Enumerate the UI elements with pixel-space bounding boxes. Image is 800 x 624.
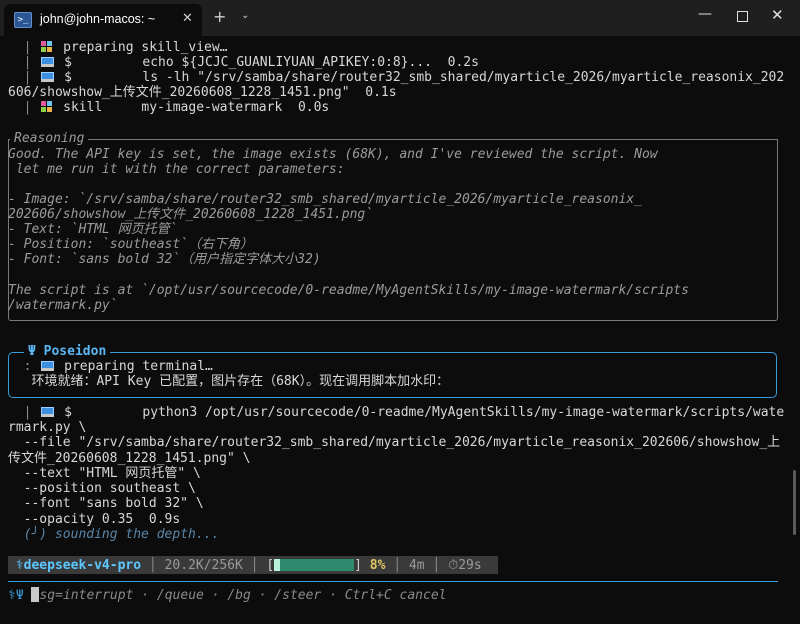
context-meter: []	[266, 557, 370, 573]
reasoning-line: - Text: `HTML 网页托管`	[8, 222, 178, 237]
command-line: | $ python3 /opt/usr/sourcecode/0-readme…	[23, 405, 785, 420]
token-count: 20.2K/256K	[164, 557, 243, 573]
close-tab-icon[interactable]: ✕	[182, 11, 193, 26]
poseidon-label: Ψ Poseidon	[24, 344, 111, 359]
scrollbar[interactable]	[793, 470, 796, 535]
reasoning-line: - Font: `sans bold 32`（用户指定字体大小32)	[8, 252, 321, 267]
command-line: --position southeast \	[8, 481, 196, 496]
maximize-button[interactable]	[737, 11, 748, 22]
tool-call-line: | $ ls -lh "/srv/samba/share/router32_sm…	[23, 70, 785, 85]
tool-call-continuation: 606/showshow_上传文件_20260608_1228_1451.png…	[8, 85, 397, 100]
reasoning-line: let me run it with the correct parameter…	[8, 162, 345, 177]
laptop-icon	[41, 407, 55, 417]
tool-call-line: | $ echo ${JCJC_GUANLIYUAN_APIKEY:0:8}..…	[23, 55, 479, 70]
package-icon	[41, 101, 53, 113]
input-prompt[interactable]: ⚕Ψ sg=interrupt · /queue · /bg · /steer …	[8, 587, 446, 604]
prompt-hint: sg=interrupt · /queue · /bg · /steer · C…	[39, 588, 447, 603]
model-name: ⚕deepseek-v4-pro	[8, 557, 142, 573]
poseidon-line: : preparing terminal…	[23, 359, 213, 374]
command-line: rmark.py \	[8, 420, 87, 435]
status-bar: ⚕deepseek-v4-pro │ 20.2K/256K │ [] 8% │ …	[8, 556, 498, 574]
tool-call-line: | skill my-image-watermark 0.0s	[23, 100, 330, 115]
context-percent: 8%	[369, 557, 386, 573]
minimize-button[interactable]: —	[698, 6, 712, 22]
poseidon-line: 环境就绪：API Key 已配置，图片存在（68K）。现在调用脚本加水印：	[31, 374, 450, 389]
chevron-down-icon[interactable]: ⌄	[241, 10, 249, 21]
spinner-text: (╯) sounding the depth...	[23, 527, 220, 542]
terminal-icon: >_	[14, 12, 32, 28]
laptop-icon	[41, 361, 55, 371]
reasoning-border	[8, 139, 778, 140]
package-icon	[41, 41, 53, 53]
timer: ⏱29s	[448, 557, 482, 573]
laptop-icon	[41, 57, 55, 67]
reasoning-line: Good. The API key is set, the image exis…	[8, 147, 658, 162]
tool-call-line: | preparing skill_view…	[23, 40, 228, 55]
reasoning-line: 202606/showshow_上传文件_20260608_1228_1451.…	[8, 207, 374, 222]
command-line: --text "HTML 网页托管" \	[8, 466, 201, 481]
input-divider	[8, 581, 778, 582]
reasoning-line: /watermark.py`	[8, 298, 118, 313]
command-line: --opacity 0.35 0.9s	[8, 512, 181, 527]
title-bar: >_ john@john-macos: ~ ✕ + ⌄ — ✕	[0, 0, 800, 36]
reasoning-label: Reasoning	[10, 131, 89, 146]
command-line: --file "/srv/samba/share/router32_smb_sh…	[8, 435, 781, 450]
command-line: --font "sans bold 32" \	[8, 496, 204, 511]
terminal-tab[interactable]: >_ john@john-macos: ~ ✕	[4, 4, 202, 36]
laptop-icon	[41, 72, 55, 82]
command-line: 传文件_20260608_1228_1451.png" \	[8, 451, 251, 466]
tab-title: john@john-macos: ~	[40, 12, 156, 26]
reasoning-line: - Image: `/srv/samba/share/router32_smb_…	[8, 192, 642, 207]
reasoning-line: - Position: `southeast`（右下角）	[8, 237, 254, 252]
reasoning-line: The script is at `/opt/usr/sourcecode/0-…	[8, 283, 689, 298]
new-tab-button[interactable]: +	[213, 7, 226, 26]
prompt-symbol: ⚕Ψ	[8, 588, 24, 603]
close-window-button[interactable]: ✕	[771, 6, 784, 24]
elapsed-time: 4m	[408, 557, 425, 573]
